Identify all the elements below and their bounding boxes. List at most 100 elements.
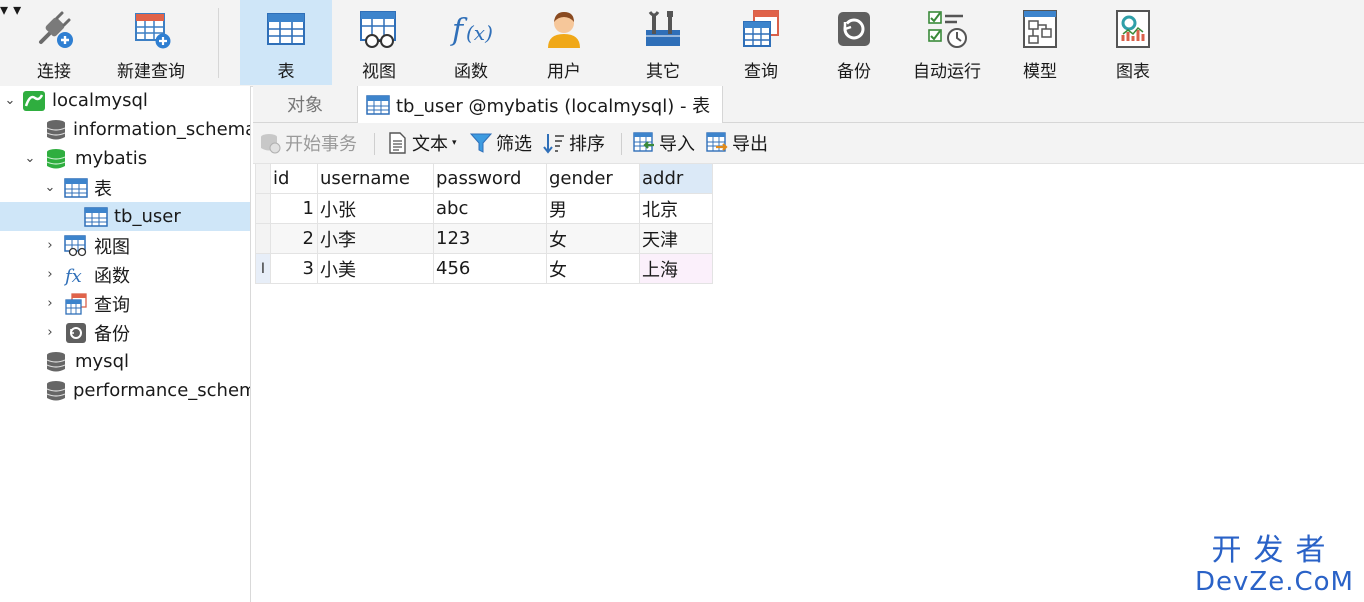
tab-tb-user[interactable]: tb_user @mybatis (localmysql) - 表 xyxy=(357,86,723,123)
view-icon xyxy=(358,8,400,50)
function-button[interactable]: f (x) 函数 xyxy=(425,0,517,85)
other-button[interactable]: 其它 xyxy=(617,0,709,85)
connect-label: 连接 xyxy=(37,62,71,82)
backup-icon xyxy=(64,322,88,344)
toolbar-separator xyxy=(621,133,622,155)
auto-run-button[interactable]: 自动运行 xyxy=(901,0,993,85)
tree-db-performance-schema[interactable]: performance_schema xyxy=(0,376,250,405)
tree-folder-views[interactable]: › 视图 xyxy=(0,231,250,260)
table-icon xyxy=(84,206,108,228)
cell-gender[interactable]: 男 xyxy=(546,193,640,224)
database-open-icon xyxy=(45,148,69,170)
connect-dropdown-icon[interactable]: ▾ xyxy=(0,0,8,19)
toolbar-separator xyxy=(374,133,375,155)
user-icon xyxy=(543,8,585,50)
column-header-addr[interactable]: addr xyxy=(639,163,713,194)
chevron-down-icon[interactable]: ⌄ xyxy=(23,151,37,166)
chevron-right-icon[interactable]: › xyxy=(43,267,57,282)
row-cursor-marker[interactable]: I xyxy=(255,253,271,284)
begin-transaction-button[interactable]: 开始事务 xyxy=(259,123,357,163)
filter-button[interactable]: 筛选 xyxy=(469,123,532,163)
import-icon xyxy=(633,132,655,154)
table-row[interactable]: 1 小张 abc 男 北京 xyxy=(255,193,713,224)
chevron-down-icon[interactable]: ⌄ xyxy=(3,93,17,108)
tab-objects[interactable]: 对象 xyxy=(253,86,357,122)
cell-username[interactable]: 小李 xyxy=(317,223,434,254)
column-header-id[interactable]: id xyxy=(270,163,318,194)
tree-db-information-schema[interactable]: information_schema xyxy=(0,115,250,144)
cell-username[interactable]: 小美 xyxy=(317,253,434,284)
text-dropdown-icon[interactable]: ▾ xyxy=(452,138,457,148)
view-button[interactable]: 视图 xyxy=(333,0,425,85)
filter-icon xyxy=(469,132,493,154)
main-toolbar: 连接 ▾ 新建查询 表 视图 f (x) 函数 用户 其它 ▾ 查询 备份 自动… xyxy=(0,0,1364,87)
data-grid: id username password gender addr 1 小张 ab… xyxy=(255,163,713,284)
cell-id[interactable]: 2 xyxy=(270,223,318,254)
chevron-right-icon[interactable]: › xyxy=(43,238,57,253)
table-icon xyxy=(366,94,390,116)
cell-password[interactable]: abc xyxy=(433,193,547,224)
import-button[interactable]: 导入 xyxy=(633,123,695,163)
new-query-button[interactable]: 新建查询 xyxy=(108,0,194,85)
row-marker[interactable] xyxy=(255,223,271,254)
filter-label: 筛选 xyxy=(496,134,532,155)
table-row[interactable]: 2 小李 123 女 天津 xyxy=(255,223,713,254)
cell-password[interactable]: 456 xyxy=(433,253,547,284)
user-button[interactable]: 用户 xyxy=(518,0,610,85)
model-button[interactable]: 模型 xyxy=(994,0,1086,85)
table-label: 表 xyxy=(277,62,295,82)
chevron-right-icon[interactable]: › xyxy=(43,325,57,340)
cell-username[interactable]: 小张 xyxy=(317,193,434,224)
column-header-gender[interactable]: gender xyxy=(546,163,640,194)
tree-folder-queries[interactable]: › 查询 xyxy=(0,289,250,318)
column-header-password[interactable]: password xyxy=(433,163,547,194)
table-button[interactable]: 表 xyxy=(240,0,332,85)
tree-label: 函数 xyxy=(94,265,130,287)
sort-button[interactable]: 排序 xyxy=(543,123,605,163)
tree-folder-backups[interactable]: › 备份 xyxy=(0,318,250,347)
tree-db-mysql[interactable]: mysql xyxy=(0,347,250,376)
export-label: 导出 xyxy=(732,134,768,155)
row-marker[interactable] xyxy=(255,193,271,224)
connect-button[interactable]: 连接 xyxy=(12,0,96,85)
query-label: 查询 xyxy=(744,62,778,82)
chart-label: 图表 xyxy=(1116,62,1150,82)
cell-addr[interactable]: 北京 xyxy=(639,193,713,224)
watermark-en: DevZe.CoM xyxy=(1195,567,1354,597)
toolbar-separator xyxy=(218,8,219,78)
query-button[interactable]: 查询 xyxy=(715,0,807,85)
view-icon xyxy=(64,234,88,257)
backup-button[interactable]: 备份 xyxy=(808,0,900,85)
chart-button[interactable]: 图表 xyxy=(1087,0,1179,85)
tools-icon xyxy=(642,8,684,50)
table-row[interactable]: I 3 小美 456 女 上海 xyxy=(255,253,713,284)
cell-gender[interactable]: 女 xyxy=(546,253,640,284)
cell-id[interactable]: 1 xyxy=(270,193,318,224)
data-table: id username password gender addr 1 小张 ab… xyxy=(255,163,713,284)
svg-text:(x): (x) xyxy=(466,21,492,45)
tree-label: mysql xyxy=(75,351,129,372)
column-header-username[interactable]: username xyxy=(317,163,434,194)
tree-db-mybatis[interactable]: ⌄ mybatis xyxy=(0,144,250,173)
tab-label: tb_user @mybatis (localmysql) - 表 xyxy=(396,95,711,117)
chevron-right-icon[interactable]: › xyxy=(43,296,57,311)
tree-label: 视图 xyxy=(94,236,130,258)
navigation-tree: ⌄ localmysql information_schema ⌄ mybati… xyxy=(0,86,251,602)
new-query-label: 新建查询 xyxy=(117,62,185,82)
export-button[interactable]: 导出 xyxy=(706,123,768,163)
tree-folder-tables[interactable]: ⌄ 表 xyxy=(0,173,250,202)
cell-password[interactable]: 123 xyxy=(433,223,547,254)
cell-addr[interactable]: 上海 xyxy=(639,253,713,284)
tree-connection-localmysql[interactable]: ⌄ localmysql xyxy=(0,86,250,115)
cell-gender[interactable]: 女 xyxy=(546,223,640,254)
text-document-icon xyxy=(386,132,408,154)
text-button[interactable]: 文本 ▾ xyxy=(386,123,457,163)
database-icon xyxy=(45,351,69,373)
tree-folder-functions[interactable]: › fx 函数 xyxy=(0,260,250,289)
chevron-down-icon[interactable]: ⌄ xyxy=(43,180,57,195)
cell-addr[interactable]: 天津 xyxy=(639,223,713,254)
cell-id[interactable]: 3 xyxy=(270,253,318,284)
tree-table-tb-user[interactable]: tb_user xyxy=(0,202,250,231)
tree-label: information_schema xyxy=(73,119,251,140)
backup-label: 备份 xyxy=(837,62,871,82)
